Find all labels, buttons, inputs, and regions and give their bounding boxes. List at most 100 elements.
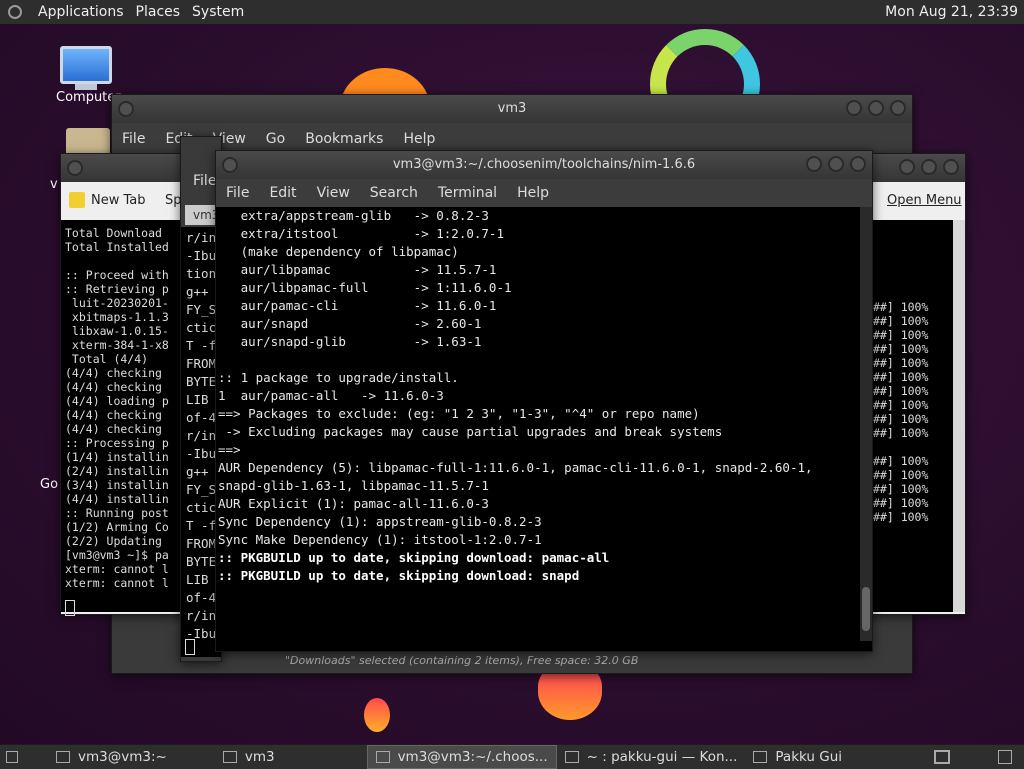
terminal-line: (1/4) installin xyxy=(65,450,169,464)
terminal-line: xterm: cannot l xyxy=(65,576,169,590)
minimize-icon[interactable] xyxy=(899,159,915,175)
terminal-line: (3/4) installin xyxy=(65,478,169,492)
terminal-line: (4/4) loading p xyxy=(65,394,169,408)
maximize-icon[interactable] xyxy=(868,100,884,116)
terminal-line: (1/2) Arming Co xyxy=(65,520,169,534)
menu-search[interactable]: Search xyxy=(360,185,428,201)
terminal-line: extra/appstream-glib -> 0.8.2-3 xyxy=(218,208,489,223)
terminal-icon xyxy=(375,751,390,763)
terminal-window[interactable]: vm3@vm3:~/.choosenim/toolchains/nim-1.6.… xyxy=(215,150,873,652)
terminal-line: ==> xyxy=(218,442,241,457)
terminal-line: (2/4) installin xyxy=(65,464,169,478)
menu-file[interactable]: File xyxy=(112,131,155,147)
menu-file[interactable]: File xyxy=(193,173,216,189)
clock[interactable]: Mon Aug 21, 23:39 xyxy=(885,4,1018,20)
trash-icon[interactable] xyxy=(998,750,1012,764)
terminal-line: :: Processing p xyxy=(65,436,169,450)
terminal-line: ##] 100% xyxy=(873,356,929,370)
back-terminal-output: r/in -Ibu tion g++ FY_S ctic T -f FROM BYTE LIB of… xyxy=(186,229,216,643)
app-icon xyxy=(753,751,768,763)
window-titlebar[interactable]: vm3 xyxy=(112,95,912,123)
terminal-line: aur/snapd -> 2.60-1 xyxy=(218,316,482,331)
terminal-line: T -f xyxy=(186,518,217,533)
konsole-scrollbar[interactable] xyxy=(953,220,965,612)
terminal-line: of-4 xyxy=(186,410,217,425)
terminal-line: FY_S xyxy=(186,302,217,317)
terminal-line: aur/snapd-glib -> 1.63-1 xyxy=(218,334,482,349)
menu-system[interactable]: System xyxy=(186,4,250,20)
maximize-icon[interactable] xyxy=(921,159,937,175)
show-desktop-icon[interactable] xyxy=(6,751,18,763)
desktop-icon-label: Computer xyxy=(56,90,121,105)
terminal-line: aur/pamac-cli -> 11.6.0-1 xyxy=(218,298,497,313)
close-icon[interactable] xyxy=(850,156,866,172)
window-menu-icon[interactable] xyxy=(67,160,83,176)
terminal-output[interactable]: extra/appstream-glib -> 0.8.2-3 extra/it… xyxy=(216,207,860,641)
terminal-line: FROM xyxy=(186,536,217,551)
terminal-line: ##] 100% xyxy=(873,384,929,398)
task-pakku-gui[interactable]: Pakku Gui xyxy=(745,746,850,768)
terminal-line: ##] 100% xyxy=(873,454,929,468)
task-terminal-nim[interactable]: vm3@vm3:~/.choos... xyxy=(366,745,557,769)
terminal-line: LIB xyxy=(186,392,209,407)
terminal-line: 1 aur/pamac-all -> 11.6.0-3 xyxy=(218,388,444,403)
close-icon[interactable] xyxy=(890,100,906,116)
minimize-icon[interactable] xyxy=(846,100,862,116)
menu-help[interactable]: Help xyxy=(393,131,445,147)
workspace-switcher-icon[interactable] xyxy=(934,750,950,764)
minimize-icon[interactable] xyxy=(806,156,822,172)
konsole-output: Total Download Total Installed :: Proceed… xyxy=(65,226,169,590)
terminal-line: r/in xyxy=(186,230,217,245)
close-icon[interactable] xyxy=(943,159,959,175)
terminal-line: BYTE xyxy=(186,374,217,389)
menu-go[interactable]: Go xyxy=(256,131,295,147)
terminal-menubar: File Edit View Search Terminal Help xyxy=(216,179,872,207)
menu-edit[interactable]: Edit xyxy=(259,185,306,201)
terminal-line: tion xyxy=(186,266,217,281)
terminal-line: extra/itstool -> 1:2.0.7-1 xyxy=(218,226,504,241)
terminal-line: snapd-glib-1.63-1, libpamac-11.5.7-1 xyxy=(218,478,489,493)
terminal-line: aur/libpamac -> 11.5.7-1 xyxy=(218,262,497,277)
konsole-icon xyxy=(564,751,579,763)
task-terminal-home[interactable]: vm3@vm3:~ xyxy=(48,746,175,768)
terminal-line: (2/2) Updating xyxy=(65,534,162,548)
task-file-manager[interactable]: vm3 xyxy=(215,746,283,768)
terminal-line: ctic xyxy=(186,320,217,335)
menu-terminal[interactable]: Terminal xyxy=(428,185,507,201)
terminal-scrollbar[interactable] xyxy=(860,207,872,641)
window-titlebar[interactable]: vm3@vm3:~/.choosenim/toolchains/nim-1.6.… xyxy=(216,151,872,179)
terminal-line: aur/libpamac-full -> 1:11.6.0-1 xyxy=(218,280,512,295)
wallpaper-shape xyxy=(364,698,390,732)
menu-applications[interactable]: Applications xyxy=(32,4,130,20)
open-menu-button[interactable]: Open Menu xyxy=(887,193,962,208)
window-title: vm3 xyxy=(497,101,527,116)
menu-help[interactable]: Help xyxy=(507,185,559,201)
terminal-line: xbitmaps-1.1.3 xyxy=(65,310,169,324)
task-konsole[interactable]: ~ : pakku-gui — Kon... xyxy=(557,746,746,768)
terminal-cursor xyxy=(65,600,75,616)
terminal-line: AUR Explicit (1): pamac-all-11.6.0-3 xyxy=(218,496,489,511)
terminal-line: (4/4) checking xyxy=(65,422,162,436)
terminal-line: ##] 100% xyxy=(873,328,929,342)
terminal-line: -Ibu xyxy=(186,446,217,461)
scrollbar-thumb[interactable] xyxy=(862,587,870,631)
menu-view[interactable]: View xyxy=(307,185,360,201)
window-menu-icon[interactable] xyxy=(118,101,134,117)
maximize-icon[interactable] xyxy=(828,156,844,172)
terminal-line: LIB xyxy=(186,572,209,587)
terminal-line: (4/4) checking xyxy=(65,408,162,422)
distro-logo-icon[interactable] xyxy=(8,5,22,19)
menu-places[interactable]: Places xyxy=(130,4,187,20)
desktop-icon-computer[interactable]: Computer xyxy=(56,46,121,105)
window-menu-icon[interactable] xyxy=(222,157,238,173)
terminal-line: Total Installed xyxy=(65,240,169,254)
terminal-line: ==> Packages to exclude: (eg: "1 2 3", "… xyxy=(218,406,700,421)
terminal-line: Total Download xyxy=(65,226,162,240)
terminal-line: ctic xyxy=(186,500,217,515)
desktop-icon-label: v xyxy=(50,177,58,192)
menu-file[interactable]: File xyxy=(216,185,259,201)
terminal-line: :: PKGBUILD up to date, skipping downloa… xyxy=(218,550,610,565)
new-tab-button[interactable]: New Tab xyxy=(91,193,146,208)
menu-bookmarks[interactable]: Bookmarks xyxy=(295,131,393,147)
